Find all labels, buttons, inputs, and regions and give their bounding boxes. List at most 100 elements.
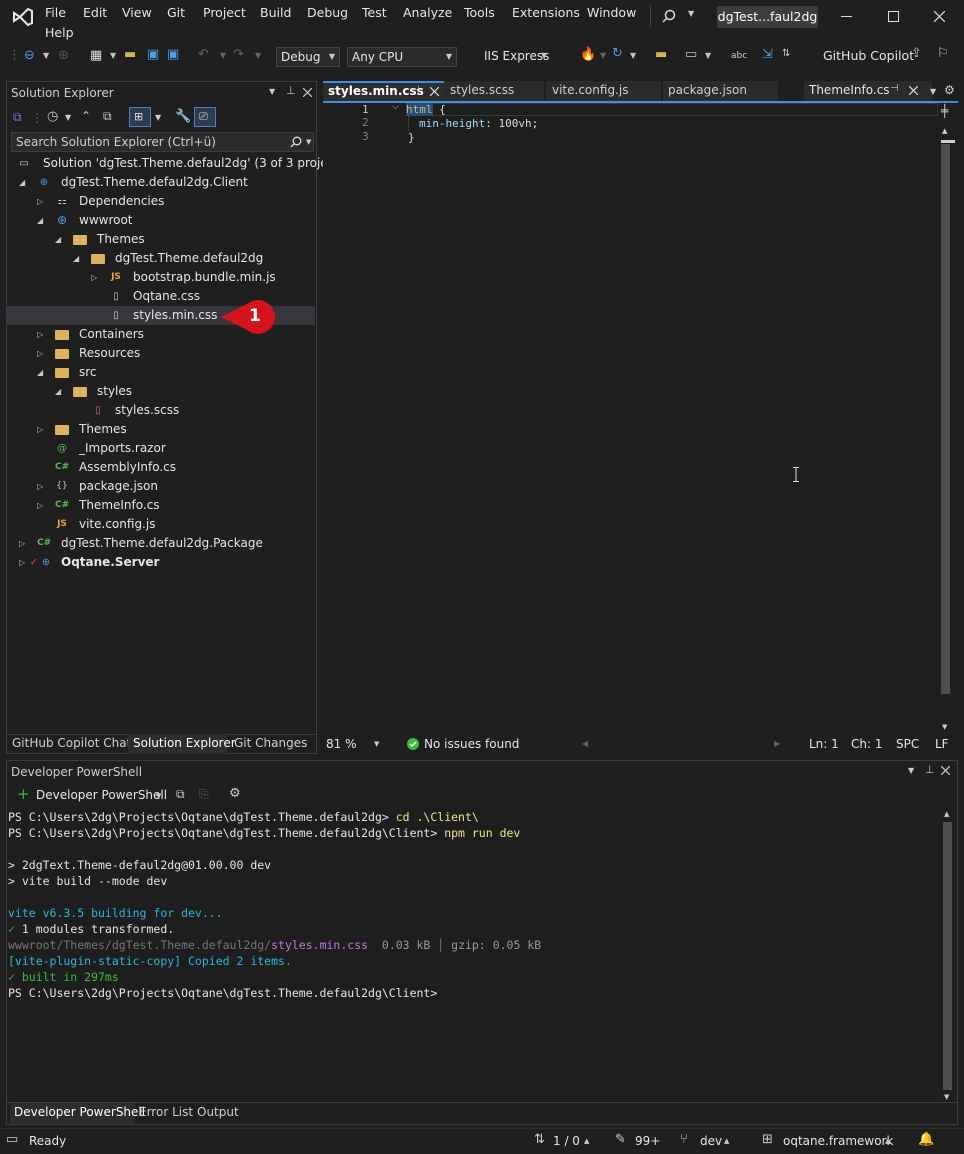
repository-icon[interactable]: ⊞: [762, 1132, 773, 1147]
solution-platform-dropdown[interactable]: Any CPU ▼: [347, 47, 457, 67]
maximize-icon[interactable]: [888, 11, 899, 22]
close-icon[interactable]: [430, 87, 439, 96]
window-position-dropdown-icon[interactable]: ▼: [908, 766, 914, 775]
menu-file[interactable]: File: [45, 5, 66, 20]
copy-icon[interactable]: ⧉: [176, 787, 185, 802]
scroll-right-icon[interactable]: ▶: [774, 739, 780, 748]
tree-item-styles-scss[interactable]: ▯ styles.scss: [7, 401, 315, 420]
line-ending-mode[interactable]: LF: [935, 737, 949, 751]
solution-configuration-dropdown[interactable]: Debug ▼: [276, 47, 340, 67]
tree-item-src[interactable]: ◢ src: [7, 363, 315, 382]
tree-item-imports-razor[interactable]: @ _Imports.razor: [7, 439, 315, 458]
save-icon[interactable]: ▣: [147, 47, 159, 63]
close-icon[interactable]: [941, 766, 950, 775]
menu-project[interactable]: Project: [203, 5, 246, 20]
feedback-icon[interactable]: ⚐: [937, 46, 949, 62]
tree-item-assemblyinfo[interactable]: C# AssemblyInfo.cs: [7, 458, 315, 477]
issues-status[interactable]: No issues found: [424, 737, 519, 751]
settings-icon[interactable]: ⚙: [229, 786, 241, 801]
whitespace-mode[interactable]: SPC: [896, 737, 919, 751]
tab-package-json[interactable]: package.json: [663, 81, 778, 101]
tree-item-bootstrap-js[interactable]: ▷ JS bootstrap.bundle.min.js: [7, 268, 315, 287]
tree-item-package-project[interactable]: ▷ C# dgTest.Theme.defaul2dg.Package: [7, 534, 315, 553]
tree-item-package-json[interactable]: ▷ {} package.json: [7, 477, 315, 496]
select-element-icon[interactable]: ⇲: [762, 47, 773, 63]
close-icon[interactable]: [909, 86, 918, 95]
menu-build[interactable]: Build: [260, 5, 291, 20]
minimize-icon[interactable]: [841, 16, 852, 17]
zoom-level[interactable]: 81 %: [326, 737, 357, 751]
solution-name-badge[interactable]: dgTest...faul2dg: [717, 6, 818, 28]
navigate-forward-icon[interactable]: ⊕: [58, 48, 69, 64]
tree-item-themes-cs-folder[interactable]: ▷ Themes: [7, 420, 315, 439]
column-position[interactable]: Ch: 1: [851, 737, 882, 751]
tab-solution-explorer[interactable]: Solution Explorer: [133, 736, 236, 750]
new-project-icon[interactable]: ▦: [90, 48, 102, 64]
preview-selected-button[interactable]: ⎚: [194, 107, 216, 127]
toolbar-overflow-icon[interactable]: ⇅: [782, 46, 790, 62]
pin-icon[interactable]: ⊥: [925, 763, 935, 776]
undo-icon[interactable]: ↶: [198, 47, 209, 63]
new-terminal-icon[interactable]: +: [17, 786, 30, 802]
menu-help[interactable]: Help: [45, 25, 74, 40]
tree-item-themes-folder[interactable]: ◢ Themes: [7, 230, 315, 249]
new-dropdown-icon[interactable]: ▼: [110, 48, 116, 64]
share-icon[interactable]: ⇪: [911, 46, 922, 62]
scroll-up-icon[interactable]: ▲: [944, 810, 949, 818]
menu-window[interactable]: Window: [587, 5, 636, 20]
search-icon[interactable]: [662, 9, 676, 23]
menu-analyze[interactable]: Analyze: [403, 5, 452, 20]
chevron-up-icon[interactable]: ▲: [584, 1137, 589, 1145]
properties-wrench-icon[interactable]: 🔧: [175, 109, 191, 124]
filter-button[interactable]: ⊞: [129, 107, 151, 127]
close-icon[interactable]: [303, 88, 312, 97]
pending-changes-count[interactable]: 99+: [635, 1134, 660, 1148]
tree-item-resources[interactable]: ▷ Resources: [7, 344, 315, 363]
git-branch[interactable]: dev: [700, 1134, 722, 1148]
tree-item-dependencies[interactable]: ▷ ⚏ Dependencies: [7, 192, 315, 211]
history-dropdown-icon[interactable]: ▼: [65, 113, 71, 122]
search-options-dropdown-icon[interactable]: ▼: [306, 138, 311, 146]
menu-tools[interactable]: Tools: [464, 5, 495, 20]
browse-folder-icon[interactable]: ▬: [655, 47, 667, 63]
tree-item-wwwroot[interactable]: ◢ ⊕ wwwroot: [7, 211, 315, 230]
scroll-down-icon[interactable]: ▼: [944, 1093, 949, 1101]
redo-icon[interactable]: ↷: [233, 47, 244, 63]
vs-sync-icon[interactable]: ⧉: [13, 110, 22, 125]
chevron-up-icon[interactable]: ▲: [724, 1137, 729, 1145]
scroll-left-icon[interactable]: ◀: [582, 739, 588, 748]
terminal-scrollbar[interactable]: ▲ ▼: [939, 806, 957, 1106]
history-icon[interactable]: ◷: [47, 109, 58, 124]
menu-debug[interactable]: Debug: [307, 5, 348, 20]
tab-styles-scss[interactable]: styles.scss: [444, 81, 544, 101]
show-all-files-icon[interactable]: ⧉: [103, 109, 112, 124]
redo-dropdown-icon[interactable]: ▼: [255, 48, 261, 64]
terminal-profile-dropdown[interactable]: Developer PowerShell: [36, 788, 167, 802]
commits-count[interactable]: 1 / 0: [553, 1134, 580, 1148]
notifications-bell-icon[interactable]: 🔔: [918, 1132, 934, 1147]
hot-reload-icon[interactable]: 🔥: [580, 47, 596, 63]
split-editor-icon[interactable]: ╪: [941, 104, 948, 118]
tree-item-server-project[interactable]: ▷ ✓ ⊕ Oqtane.Server: [7, 553, 315, 572]
solution-explorer-search[interactable]: Search Solution Explorer (Ctrl+ü) ▼: [11, 132, 314, 152]
menu-extensions[interactable]: Extensions: [512, 5, 580, 20]
tab-github-copilot-chat[interactable]: GitHub Copilot Chat: [12, 736, 131, 750]
menu-git[interactable]: Git: [167, 5, 185, 20]
collapse-region-icon[interactable]: ⌵: [392, 102, 399, 112]
vertical-scrollbar[interactable]: ╪ ▲ ▼: [938, 103, 958, 733]
tab-list-dropdown-icon[interactable]: ▼: [930, 87, 936, 96]
tab-vite-config[interactable]: vite.config.js: [546, 81, 661, 101]
chevron-down-icon[interactable]: ▼: [156, 792, 161, 800]
zoom-dropdown-icon[interactable]: ▼: [374, 740, 379, 748]
pin-icon[interactable]: ⊥: [286, 84, 296, 97]
menu-test[interactable]: Test: [362, 5, 387, 20]
save-all-icon[interactable]: ▣: [167, 47, 179, 63]
undo-dropdown-icon[interactable]: ▼: [220, 48, 226, 64]
back-dropdown-icon[interactable]: ▼: [43, 48, 49, 64]
navigate-back-icon[interactable]: ⊖: [24, 48, 35, 64]
tab-styles-min-css[interactable]: styles.min.css ⊣: [323, 81, 444, 101]
scroll-thumb[interactable]: [943, 822, 952, 1090]
pencil-icon[interactable]: ✎: [615, 1132, 626, 1147]
spell-check-icon[interactable]: abc: [731, 48, 747, 64]
branch-icon[interactable]: ⑂: [680, 1132, 688, 1147]
